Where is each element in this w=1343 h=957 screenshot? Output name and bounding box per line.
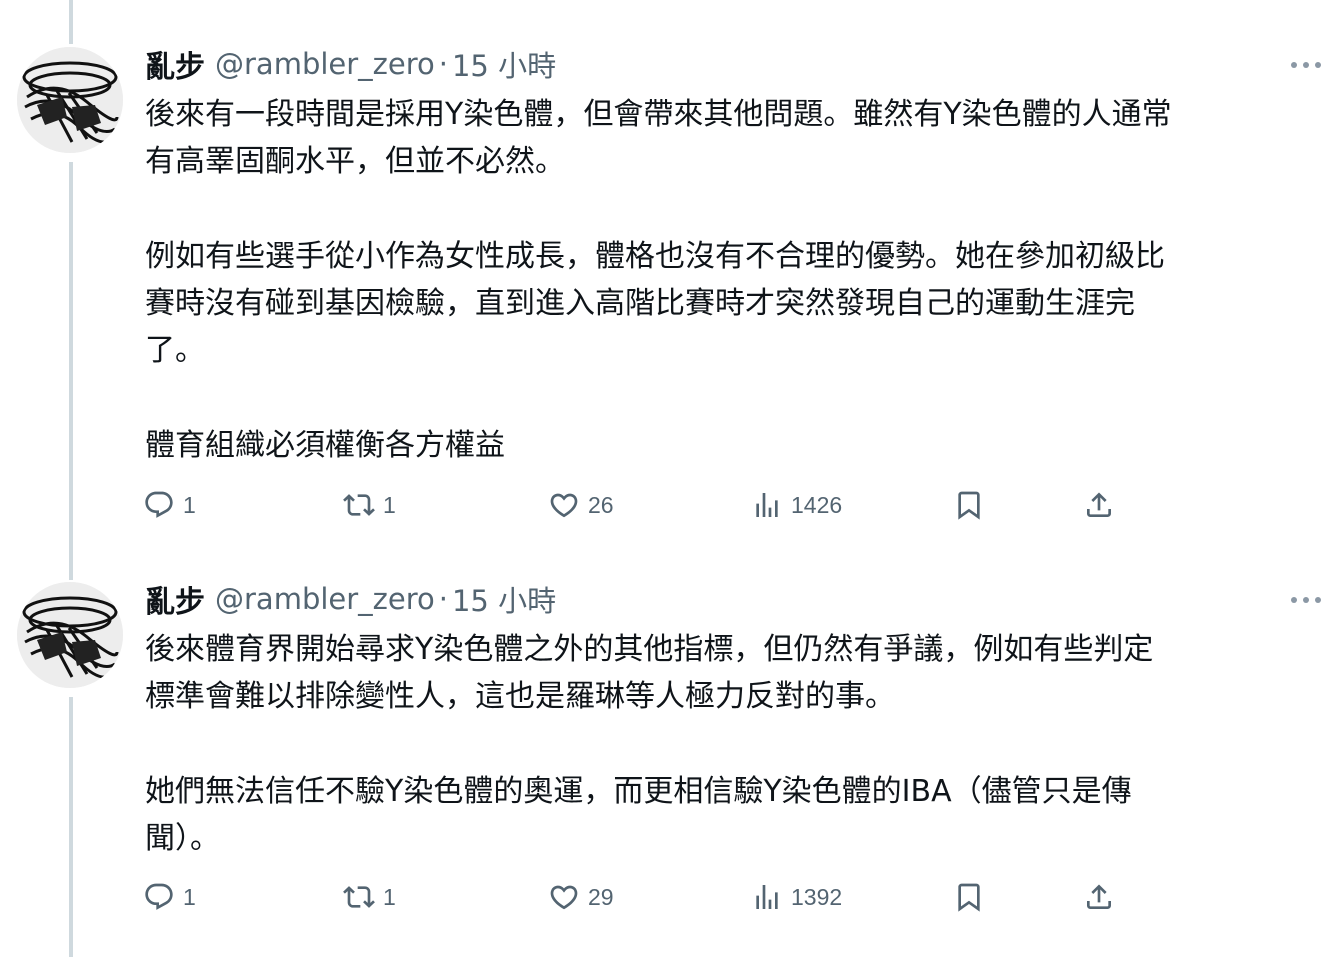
- text-line: 有高睪固酮水平，但並不必然。: [145, 144, 565, 179]
- reply-button[interactable]: 1: [143, 485, 196, 525]
- text-line: 例如有些選手從小作為女性成長，體格也沒有不合理的優勢。她在參加初級比: [145, 239, 1165, 274]
- bookmark-icon: [958, 883, 980, 912]
- bookmark-icon: [958, 491, 980, 520]
- avatar-image: [17, 582, 123, 688]
- avatar-image: [17, 47, 123, 153]
- timestamp[interactable]: 15 小時: [452, 43, 556, 85]
- retweet-icon: [343, 494, 375, 516]
- views-button[interactable]: 1426: [751, 485, 842, 525]
- like-count: 29: [588, 883, 614, 910]
- retweet-button[interactable]: 1: [343, 485, 396, 525]
- author-handle[interactable]: @rambler_zero: [215, 47, 435, 81]
- text-line: 她們無法信任不驗Y染色體的奧運，而更相信驗Y染色體的IBA（儘管只是傳: [145, 774, 1132, 809]
- bookmark-button[interactable]: [953, 877, 985, 917]
- share-button[interactable]: [1083, 485, 1115, 525]
- views-button[interactable]: 1392: [751, 877, 842, 917]
- heart-icon: [550, 493, 578, 518]
- timestamp[interactable]: 15 小時: [452, 578, 556, 620]
- text-line: 聞）。: [145, 821, 220, 856]
- heart-icon: [550, 885, 578, 910]
- reply-icon: [145, 491, 173, 518]
- tweet-text: 後來體育界開始尋求Y染色體之外的其他指標，但仍然有爭議，例如有些判定 標準會難以…: [145, 626, 1320, 862]
- tweet[interactable]: 亂步 @rambler_zero · 15 小時 後來有一段時間是採用Y染色體，…: [0, 44, 1343, 534]
- separator-dot: ·: [438, 582, 448, 616]
- share-icon: [1087, 884, 1111, 909]
- retweet-count: 1: [383, 491, 396, 518]
- views-chart-icon: [756, 885, 778, 909]
- text-line: 後來有一段時間是採用Y染色體，但會帶來其他問題。雖然有Y染色體的人通常: [145, 97, 1172, 132]
- like-button[interactable]: 26: [548, 485, 614, 525]
- bookmark-button[interactable]: [953, 485, 985, 525]
- tweet-actions: 1 1 26 1426: [143, 485, 1143, 525]
- more-dots-icon[interactable]: [1291, 50, 1321, 80]
- text-line: 體育組織必須權衡各方權益: [145, 428, 505, 463]
- views-count: 1392: [791, 883, 843, 910]
- share-button[interactable]: [1083, 877, 1115, 917]
- avatar[interactable]: [17, 582, 123, 688]
- views-chart-icon: [756, 493, 778, 517]
- retweet-icon: [343, 886, 375, 908]
- reply-button[interactable]: 1: [143, 877, 196, 917]
- reply-icon: [145, 883, 173, 910]
- like-button[interactable]: 29: [548, 877, 614, 917]
- reply-count: 1: [183, 491, 196, 518]
- avatar[interactable]: [17, 47, 123, 153]
- share-icon: [1087, 492, 1111, 517]
- text-line: 後來體育界開始尋求Y染色體之外的其他指標，但仍然有爭議，例如有些判定: [145, 632, 1154, 667]
- retweet-button[interactable]: 1: [343, 877, 396, 917]
- tweet[interactable]: 亂步 @rambler_zero · 15 小時 後來體育界開始尋求Y染色體之外…: [0, 579, 1343, 957]
- text-line: 了。: [145, 333, 205, 368]
- more-dots-icon[interactable]: [1291, 585, 1321, 615]
- text-line: 標準會難以排除變性人，這也是羅琳等人極力反對的事。: [145, 679, 895, 714]
- tweet-header: 亂步 @rambler_zero · 15 小時: [145, 577, 556, 621]
- tweet-actions: 1 1 29 1392: [143, 877, 1143, 917]
- tweet-header: 亂步 @rambler_zero · 15 小時: [145, 42, 556, 86]
- views-count: 1426: [791, 491, 843, 518]
- tweet-text: 後來有一段時間是採用Y染色體，但會帶來其他問題。雖然有Y染色體的人通常 有高睪固…: [145, 91, 1320, 469]
- thread-line-top: [69, 0, 73, 44]
- retweet-count: 1: [383, 883, 396, 910]
- author-name[interactable]: 亂步: [145, 577, 205, 621]
- author-name[interactable]: 亂步: [145, 42, 205, 86]
- like-count: 26: [588, 491, 614, 518]
- reply-count: 1: [183, 883, 196, 910]
- text-line: 賽時沒有碰到基因檢驗，直到進入高階比賽時才突然發現自己的運動生涯完: [145, 286, 1135, 321]
- separator-dot: ·: [438, 47, 448, 81]
- author-handle[interactable]: @rambler_zero: [215, 582, 435, 616]
